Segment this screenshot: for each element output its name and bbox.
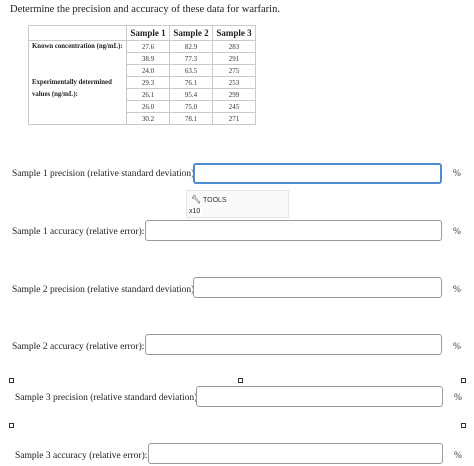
- resize-handle[interactable]: [9, 423, 14, 428]
- percent-unit: %: [453, 169, 461, 179]
- tools-popup[interactable]: 🔧︎ TOOLS x10: [186, 190, 289, 218]
- percent-unit: %: [453, 285, 461, 295]
- wrench-icon: 🔧︎: [191, 195, 202, 204]
- table-cell: 299: [212, 88, 256, 101]
- table-row: 38.9 77.3 291: [28, 52, 256, 65]
- table-row-known: Known concentration (ng/mL): 27.6 82.9 2…: [28, 40, 256, 53]
- table-cell: 38.9: [126, 52, 170, 65]
- question-text: Determine the precision and accuracy of …: [10, 4, 280, 15]
- table-header-sample-3: Sample 3: [212, 25, 256, 41]
- table-cell: 283: [212, 40, 256, 53]
- scientific-notation-button[interactable]: x10: [188, 208, 202, 215]
- table-header-row: Sample 1 Sample 2 Sample 3: [28, 25, 256, 41]
- table-cell: 30.2: [126, 112, 170, 125]
- sample-1-precision-input[interactable]: [193, 163, 442, 184]
- table-cell: 29.3: [126, 76, 170, 89]
- sample-2-accuracy-input[interactable]: [145, 334, 442, 355]
- table-row: 26.0 75.0 245: [28, 100, 256, 113]
- table-row: Experimentally determined 29.3 76.1 253: [28, 76, 256, 89]
- sample-2-accuracy-label: Sample 2 accuracy (relative error):: [12, 342, 145, 352]
- table-cell: 271: [212, 112, 256, 125]
- percent-unit: %: [453, 342, 461, 352]
- table-cell: 24.0: [126, 64, 170, 77]
- sample-1-accuracy-input[interactable]: [145, 220, 442, 241]
- table-cell: 275: [212, 64, 256, 77]
- sample-2-precision-input[interactable]: [193, 277, 442, 298]
- data-table: Sample 1 Sample 2 Sample 3 Known concent…: [28, 25, 256, 125]
- table-cell: 63.5: [169, 64, 213, 77]
- sample-1-precision-label: Sample 1 precision (relative standard de…: [12, 169, 197, 179]
- table-row: values (ng/mL): 26.1 95.4 299: [28, 88, 256, 101]
- table-cell: 95.4: [169, 88, 213, 101]
- sample-3-precision-input[interactable]: [196, 386, 443, 407]
- resize-handle[interactable]: [461, 423, 466, 428]
- resize-handle[interactable]: [9, 378, 14, 383]
- table-cell: 291: [212, 52, 256, 65]
- percent-unit: %: [454, 393, 462, 403]
- tools-button[interactable]: 🔧︎ TOOLS: [191, 195, 227, 204]
- known-concentration-label: Known concentration (ng/mL):: [28, 40, 127, 53]
- percent-unit: %: [454, 451, 462, 461]
- table-cell: 82.9: [169, 40, 213, 53]
- table-row: 24.0 63.5 275: [28, 64, 256, 77]
- table-header-sample-1: Sample 1: [126, 25, 170, 41]
- table-cell: 245: [212, 100, 256, 113]
- sample-2-precision-label: Sample 2 precision (relative standard de…: [12, 285, 197, 295]
- table-cell: 26.1: [126, 88, 170, 101]
- table-header-sample-2: Sample 2: [169, 25, 213, 41]
- sample-3-precision-label: Sample 3 precision (relative standard de…: [15, 393, 200, 403]
- resize-handle[interactable]: [238, 378, 243, 383]
- table-cell: 75.0: [169, 100, 213, 113]
- table-cell: 77.3: [169, 52, 213, 65]
- table-cell: 78.1: [169, 112, 213, 125]
- table-row: 30.2 78.1 271: [28, 112, 256, 125]
- experimental-label-line2: values (ng/mL):: [28, 88, 127, 101]
- experimental-label-line1: Experimentally determined: [28, 76, 127, 89]
- table-cell: 26.0: [126, 100, 170, 113]
- table-cell: 27.6: [126, 40, 170, 53]
- tools-label: TOOLS: [202, 197, 227, 204]
- table-header-blank: [28, 25, 127, 41]
- sample-3-accuracy-label: Sample 3 accuracy (relative error):: [15, 451, 148, 461]
- sample-3-accuracy-input[interactable]: [148, 443, 443, 464]
- percent-unit: %: [453, 227, 461, 237]
- table-cell: 253: [212, 76, 256, 89]
- table-cell: 76.1: [169, 76, 213, 89]
- resize-handle[interactable]: [461, 378, 466, 383]
- sample-1-accuracy-label: Sample 1 accuracy (relative error):: [12, 227, 145, 237]
